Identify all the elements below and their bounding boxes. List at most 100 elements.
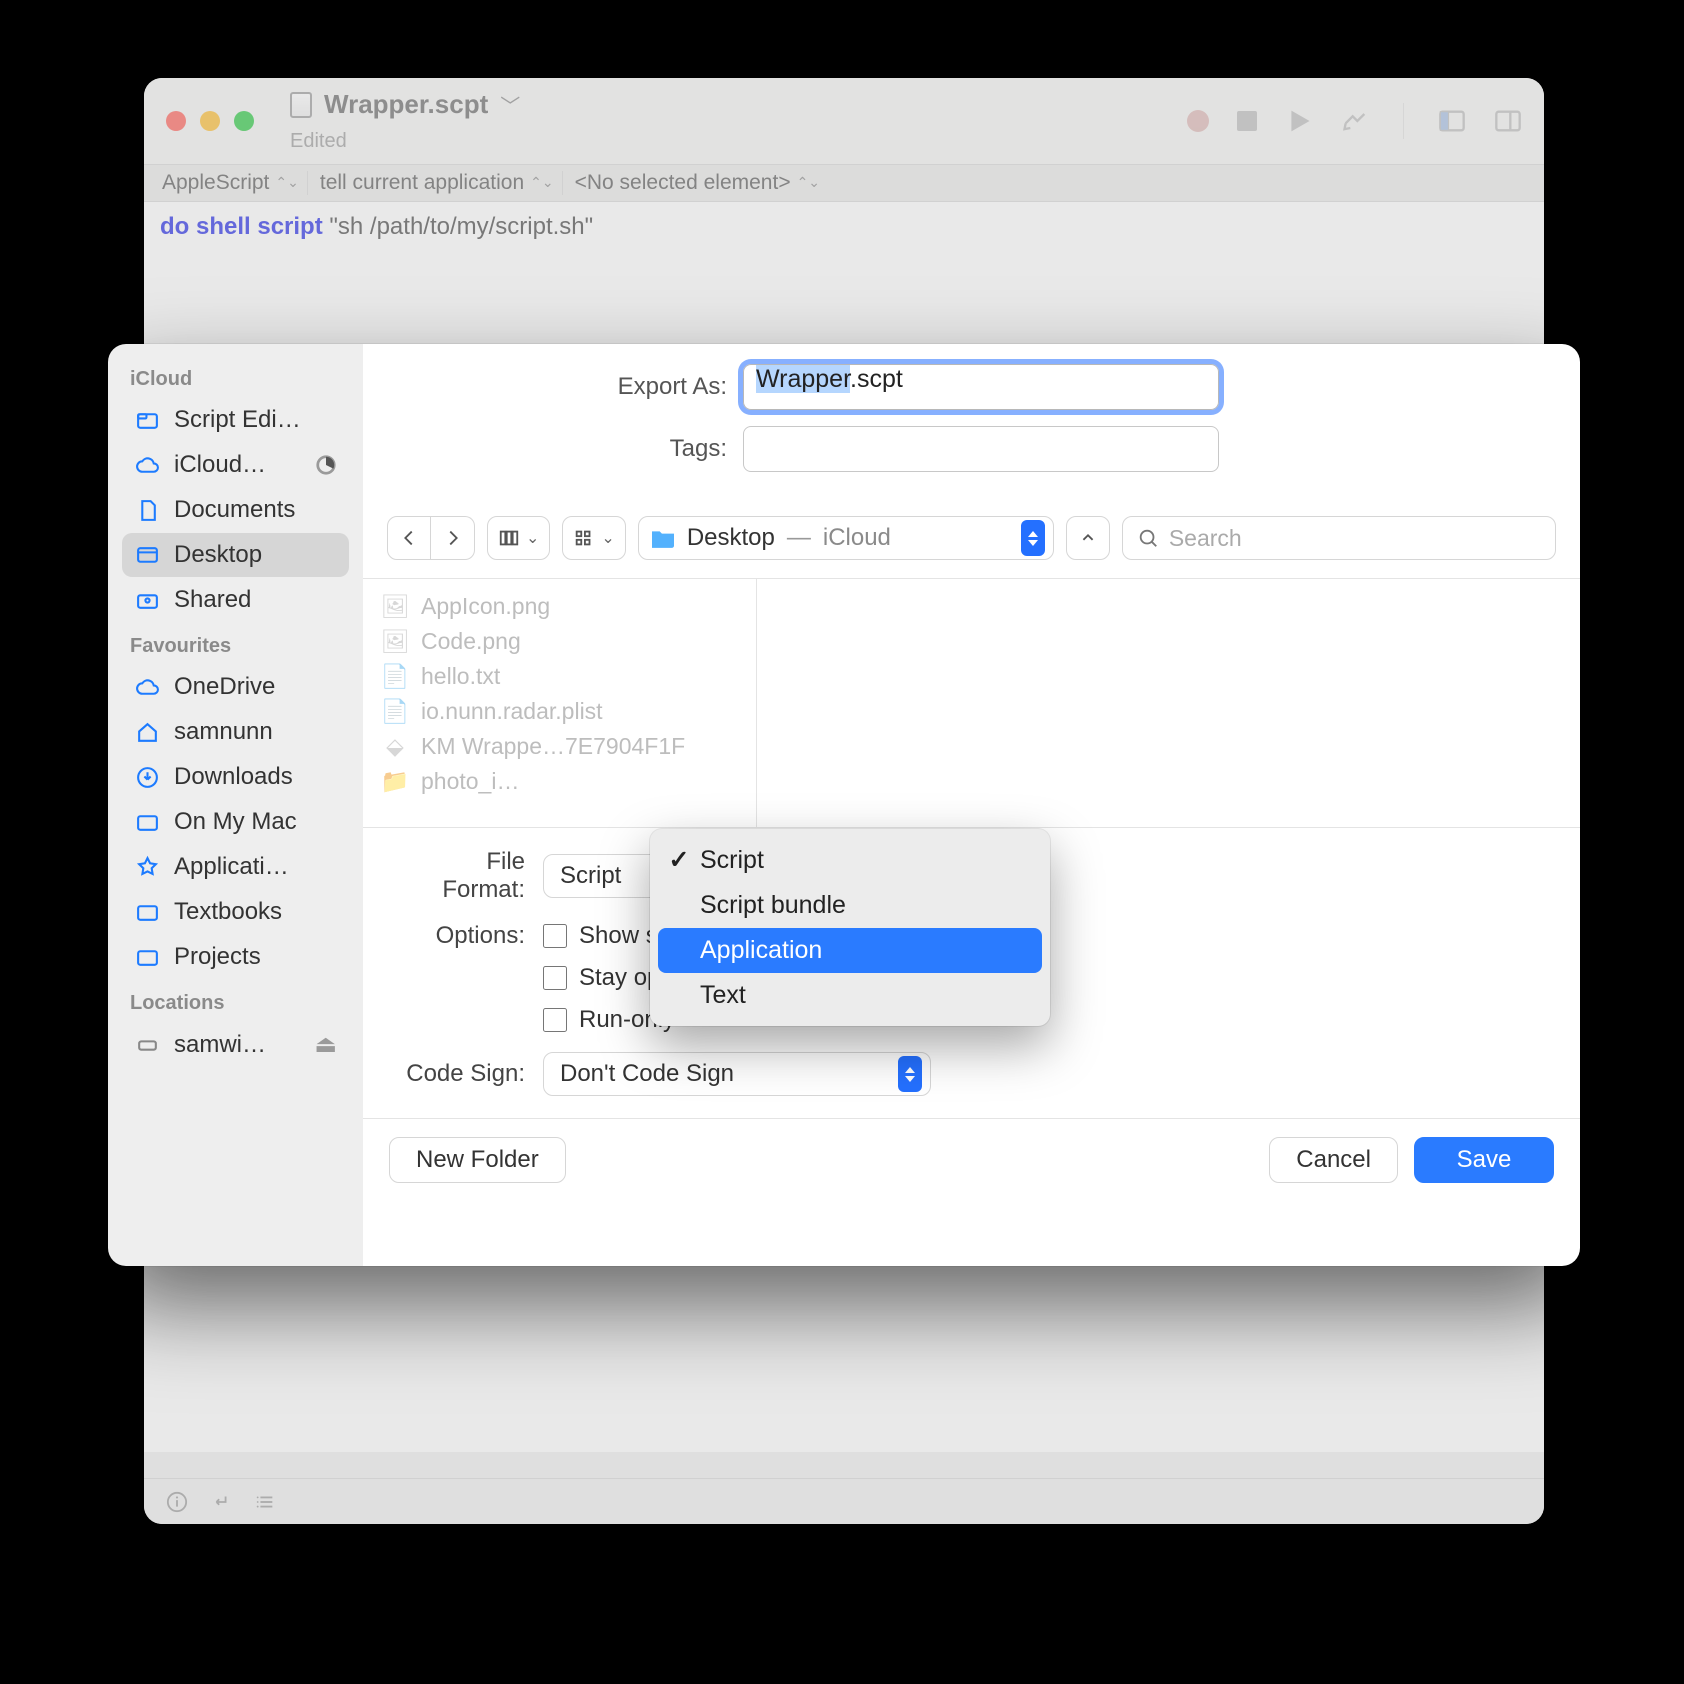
sidebar-item-icloud-drive[interactable]: iCloud…: [122, 443, 349, 487]
element-selector[interactable]: <No selected element>⌃⌄: [567, 171, 828, 195]
sidebar-item-home[interactable]: samnunn: [122, 710, 349, 754]
file-format-option-script-bundle[interactable]: Script bundle: [658, 883, 1042, 928]
code-sign-popup[interactable]: Don't Code Sign: [543, 1052, 931, 1096]
file-format-label: File Format:: [403, 848, 543, 904]
shared-folder-icon: [134, 587, 160, 613]
compile-button[interactable]: [1341, 107, 1369, 135]
export-as-label: Export As:: [403, 373, 743, 401]
collapse-button[interactable]: [1066, 516, 1110, 560]
file-item[interactable]: 📁photo_i…: [363, 764, 756, 799]
home-icon: [134, 719, 160, 745]
editor-toolbar: [1187, 103, 1522, 139]
eject-icon[interactable]: ⏏: [314, 1030, 337, 1059]
export-as-input[interactable]: Wrapper.scpt: [743, 364, 1219, 410]
file-format-menu[interactable]: ✓Script Script bundle Application Text: [650, 829, 1050, 1026]
record-button[interactable]: [1187, 110, 1209, 132]
document-proxy-icon[interactable]: [290, 92, 312, 118]
folder-icon: [134, 809, 160, 835]
download-icon: [134, 764, 160, 790]
tags-label: Tags:: [403, 435, 743, 463]
stop-button[interactable]: [1237, 111, 1257, 131]
file-format-value: Script: [560, 862, 621, 890]
chevron-down-icon: ⌄: [601, 528, 614, 548]
list-icon[interactable]: [252, 1489, 278, 1515]
code-sign-value: Don't Code Sign: [560, 1060, 734, 1088]
title-chevron-icon[interactable]: ﹀: [500, 90, 520, 119]
cancel-button[interactable]: Cancel: [1269, 1137, 1398, 1183]
checkbox-icon[interactable]: [543, 924, 567, 948]
close-window-icon[interactable]: [166, 111, 186, 131]
file-item[interactable]: 📄io.nunn.radar.plist: [363, 694, 756, 729]
cloud-icon: [134, 674, 160, 700]
location-dash: —: [787, 524, 811, 552]
sidebar-section-title: iCloud: [118, 356, 353, 397]
sidebar-section-title: Favourites: [118, 623, 353, 664]
check-icon: ✓: [668, 845, 690, 875]
sidebar-item-textbooks[interactable]: Textbooks: [122, 890, 349, 934]
checkbox-icon[interactable]: [543, 1008, 567, 1032]
zoom-window-icon[interactable]: [234, 111, 254, 131]
sidebar-item-documents[interactable]: Documents: [122, 488, 349, 532]
sidebar-item-onedrive[interactable]: OneDrive: [122, 665, 349, 709]
window-controls[interactable]: [166, 111, 254, 131]
toggle-left-panel-button[interactable]: [1438, 107, 1466, 135]
sidebar-item-desktop[interactable]: Desktop: [122, 533, 349, 577]
file-format-option-text[interactable]: Text: [658, 973, 1042, 1018]
file-column[interactable]: 🖼AppIcon.png 🖼Code.png 📄hello.txt 📄io.nu…: [363, 579, 757, 827]
file-item[interactable]: 📄hello.txt: [363, 659, 756, 694]
save-button[interactable]: Save: [1414, 1137, 1554, 1183]
plist-icon: 📄: [383, 700, 407, 724]
folder-icon: [134, 944, 160, 970]
group-button[interactable]: ⌄: [562, 516, 625, 560]
folder-icon: [649, 527, 677, 549]
sidebar-section-icloud: iCloud Script Edi… iCloud… Documents Des…: [118, 356, 353, 622]
desktop-icon: [134, 542, 160, 568]
sidebar-item-downloads[interactable]: Downloads: [122, 755, 349, 799]
return-icon[interactable]: [208, 1489, 234, 1515]
file-format-option-application[interactable]: Application: [658, 928, 1042, 973]
sidebar-item-script-editor[interactable]: Script Edi…: [122, 398, 349, 442]
file-browser: 🖼AppIcon.png 🖼Code.png 📄hello.txt 📄io.nu…: [363, 579, 1580, 827]
sheet-footer: New Folder Cancel Save: [363, 1118, 1580, 1201]
run-button[interactable]: [1285, 107, 1313, 135]
file-item[interactable]: 🖼Code.png: [363, 624, 756, 659]
drive-icon: [134, 1032, 160, 1058]
back-button[interactable]: [387, 516, 431, 560]
file-item[interactable]: ⬙KM Wrappe…7E7904F1F: [363, 729, 756, 764]
app-icon: ⬙: [383, 735, 407, 759]
file-item[interactable]: 🖼AppIcon.png: [363, 589, 756, 624]
new-folder-button[interactable]: New Folder: [389, 1137, 566, 1183]
export-as-row: Export As: Wrapper.scpt: [403, 364, 1540, 410]
code-keyword: do shell script: [160, 213, 323, 240]
editor-titlebar: Wrapper.scpt ﹀ Edited: [144, 78, 1544, 164]
forward-button[interactable]: [431, 516, 475, 560]
sheet-main: Export As: Wrapper.scpt Tags: ⌄ ⌄ Deskto…: [363, 344, 1580, 1266]
cloud-icon: [134, 452, 160, 478]
folder-icon: 📁: [383, 770, 407, 794]
code-string: "sh /path/to/my/script.sh": [323, 213, 593, 240]
sidebar-item-applications[interactable]: Applicati…: [122, 845, 349, 889]
filename-extension: .scpt: [850, 365, 903, 393]
scope-selector[interactable]: tell current application⌃⌄: [312, 171, 563, 195]
tags-input[interactable]: [743, 426, 1219, 472]
location-popup[interactable]: Desktop — iCloud: [638, 516, 1054, 560]
popup-stepper-icon: [1021, 520, 1045, 556]
nav-buttons: [387, 516, 475, 560]
sidebar-item-shared[interactable]: Shared: [122, 578, 349, 622]
view-columns-button[interactable]: ⌄: [487, 516, 550, 560]
toggle-right-panel-button[interactable]: [1494, 107, 1522, 135]
sidebar-item-on-my-mac[interactable]: On My Mac: [122, 800, 349, 844]
sidebar-section-favourites: Favourites OneDrive samnunn Downloads On…: [118, 623, 353, 979]
language-selector[interactable]: AppleScript⌃⌄: [154, 171, 308, 195]
minimize-window-icon[interactable]: [200, 111, 220, 131]
search-icon: [1137, 527, 1159, 549]
file-format-option-script[interactable]: ✓Script: [658, 837, 1042, 883]
locations-sidebar: iCloud Script Edi… iCloud… Documents Des…: [108, 344, 363, 1266]
document-icon: [134, 497, 160, 523]
search-field[interactable]: Search: [1122, 516, 1556, 560]
edited-indicator: Edited: [290, 130, 347, 153]
sidebar-item-external-drive[interactable]: samwi…⏏: [122, 1022, 349, 1067]
info-icon[interactable]: [164, 1489, 190, 1515]
sidebar-item-projects[interactable]: Projects: [122, 935, 349, 979]
checkbox-icon[interactable]: [543, 966, 567, 990]
